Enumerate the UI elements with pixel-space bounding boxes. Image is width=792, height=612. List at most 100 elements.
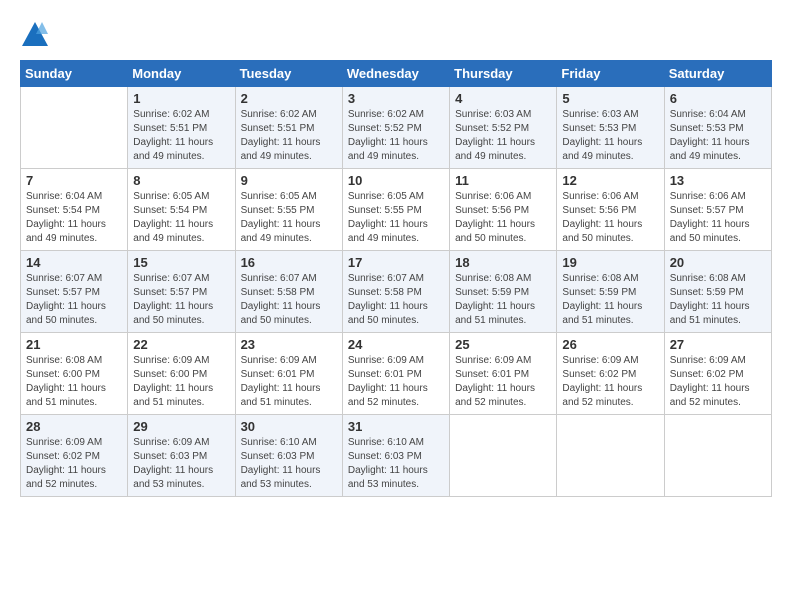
weekday-header: Tuesday: [235, 61, 342, 87]
day-info: Sunrise: 6:07 AM Sunset: 5:58 PM Dayligh…: [241, 272, 337, 328]
calendar-cell: 3Sunrise: 6:02 AM Sunset: 5:52 PM Daylig…: [342, 87, 449, 169]
calendar-cell: [557, 415, 664, 497]
day-number: 30: [241, 419, 337, 434]
calendar-cell: 11 Sunrise: 6:06 AM Sunset: 5:56 PM Dayli…: [450, 169, 557, 251]
day-number: 22: [133, 337, 229, 352]
day-info: Sunrise: 6:08 AM Sunset: 5:59 PM Dayligh…: [455, 272, 551, 328]
calendar-cell: 10 Sunrise: 6:05 AM Sunset: 5:55 PM Dayli…: [342, 169, 449, 251]
calendar-cell: 25 Sunrise: 6:09 AM Sunset: 6:01 PM Dayli…: [450, 333, 557, 415]
day-number: 12: [562, 173, 658, 188]
day-info: Sunrise: 6:10 AM Sunset: 6:03 PM Dayligh…: [348, 436, 444, 492]
day-info: Sunrise: 6:09 AM Sunset: 6:03 PM Dayligh…: [133, 436, 229, 492]
calendar-cell: 5Sunrise: 6:03 AM Sunset: 5:53 PM Daylig…: [557, 87, 664, 169]
day-number: 13: [670, 173, 766, 188]
calendar-week-row: 28 Sunrise: 6:09 AM Sunset: 6:02 PM Dayli…: [21, 415, 772, 497]
calendar-cell: 4 Sunrise: 6:03 AM Sunset: 5:52 PM Daylig…: [450, 87, 557, 169]
day-number: 24: [348, 337, 444, 352]
day-number: 23: [241, 337, 337, 352]
calendar-cell: 2Sunrise: 6:02 AM Sunset: 5:51 PM Daylig…: [235, 87, 342, 169]
day-info: Sunrise: 6:06 AM Sunset: 5:56 PM Dayligh…: [455, 190, 551, 246]
day-info: Sunrise: 6:09 AM Sunset: 6:01 PM Dayligh…: [241, 354, 337, 410]
day-number: 27: [670, 337, 766, 352]
day-number: 19: [562, 255, 658, 270]
day-number: 21: [26, 337, 122, 352]
calendar-cell: 29 Sunrise: 6:09 AM Sunset: 6:03 PM Dayli…: [128, 415, 235, 497]
calendar-cell: 23 Sunrise: 6:09 AM Sunset: 6:01 PM Dayli…: [235, 333, 342, 415]
calendar-cell: 24Sunrise: 6:09 AM Sunset: 6:01 PM Dayli…: [342, 333, 449, 415]
calendar-cell: 14Sunrise: 6:07 AM Sunset: 5:57 PM Dayli…: [21, 251, 128, 333]
day-info: Sunrise: 6:06 AM Sunset: 5:56 PM Dayligh…: [562, 190, 658, 246]
day-number: 16: [241, 255, 337, 270]
day-info: Sunrise: 6:09 AM Sunset: 6:00 PM Dayligh…: [133, 354, 229, 410]
calendar-cell: 20 Sunrise: 6:08 AM Sunset: 5:59 PM Dayli…: [664, 251, 771, 333]
day-number: 14: [26, 255, 122, 270]
weekday-header: Wednesday: [342, 61, 449, 87]
day-number: 5: [562, 91, 658, 106]
logo-icon: [20, 20, 50, 50]
calendar-cell: 6 Sunrise: 6:04 AM Sunset: 5:53 PM Daylig…: [664, 87, 771, 169]
day-info: Sunrise: 6:02 AM Sunset: 5:51 PM Dayligh…: [133, 108, 229, 164]
calendar-cell: 13 Sunrise: 6:06 AM Sunset: 5:57 PM Dayli…: [664, 169, 771, 251]
day-number: 9: [241, 173, 337, 188]
calendar-cell: 7Sunrise: 6:04 AM Sunset: 5:54 PM Daylig…: [21, 169, 128, 251]
calendar-cell: 8Sunrise: 6:05 AM Sunset: 5:54 PM Daylig…: [128, 169, 235, 251]
calendar-header: SundayMondayTuesdayWednesdayThursdayFrid…: [21, 61, 772, 87]
weekday-header: Saturday: [664, 61, 771, 87]
calendar-cell: 27 Sunrise: 6:09 AM Sunset: 6:02 PM Dayli…: [664, 333, 771, 415]
calendar-cell: 18 Sunrise: 6:08 AM Sunset: 5:59 PM Dayli…: [450, 251, 557, 333]
calendar-cell: 19Sunrise: 6:08 AM Sunset: 5:59 PM Dayli…: [557, 251, 664, 333]
day-number: 26: [562, 337, 658, 352]
calendar-cell: 15 Sunrise: 6:07 AM Sunset: 5:57 PM Dayli…: [128, 251, 235, 333]
weekday-row: SundayMondayTuesdayWednesdayThursdayFrid…: [21, 61, 772, 87]
day-info: Sunrise: 6:08 AM Sunset: 6:00 PM Dayligh…: [26, 354, 122, 410]
calendar-cell: 31Sunrise: 6:10 AM Sunset: 6:03 PM Dayli…: [342, 415, 449, 497]
calendar-cell: [664, 415, 771, 497]
day-info: Sunrise: 6:03 AM Sunset: 5:52 PM Dayligh…: [455, 108, 551, 164]
calendar-week-row: 14 Sunrise: 6:07 AM Sunset: 5:57 PM Dayli…: [21, 251, 772, 333]
day-info: Sunrise: 6:07 AM Sunset: 5:58 PM Dayligh…: [348, 272, 444, 328]
day-number: 29: [133, 419, 229, 434]
day-number: 18: [455, 255, 551, 270]
calendar-cell: [21, 87, 128, 169]
day-info: Sunrise: 6:06 AM Sunset: 5:57 PM Dayligh…: [670, 190, 766, 246]
day-number: 3: [348, 91, 444, 106]
weekday-header: Friday: [557, 61, 664, 87]
calendar-cell: 17 Sunrise: 6:07 AM Sunset: 5:58 PM Dayli…: [342, 251, 449, 333]
header: [20, 20, 772, 50]
calendar-week-row: 7Sunrise: 6:04 AM Sunset: 5:54 PM Daylig…: [21, 169, 772, 251]
day-number: 4: [455, 91, 551, 106]
day-info: Sunrise: 6:09 AM Sunset: 6:02 PM Dayligh…: [670, 354, 766, 410]
calendar-week-row: 21 Sunrise: 6:08 AM Sunset: 6:00 PM Dayli…: [21, 333, 772, 415]
day-info: Sunrise: 6:07 AM Sunset: 5:57 PM Dayligh…: [133, 272, 229, 328]
day-number: 11: [455, 173, 551, 188]
day-number: 8: [133, 173, 229, 188]
calendar-cell: 21 Sunrise: 6:08 AM Sunset: 6:00 PM Dayli…: [21, 333, 128, 415]
day-info: Sunrise: 6:09 AM Sunset: 6:01 PM Dayligh…: [455, 354, 551, 410]
day-number: 6: [670, 91, 766, 106]
calendar-cell: 22 Sunrise: 6:09 AM Sunset: 6:00 PM Dayli…: [128, 333, 235, 415]
day-number: 10: [348, 173, 444, 188]
day-info: Sunrise: 6:10 AM Sunset: 6:03 PM Dayligh…: [241, 436, 337, 492]
day-info: Sunrise: 6:05 AM Sunset: 5:55 PM Dayligh…: [241, 190, 337, 246]
day-number: 7: [26, 173, 122, 188]
calendar-cell: 26 Sunrise: 6:09 AM Sunset: 6:02 PM Dayli…: [557, 333, 664, 415]
day-info: Sunrise: 6:09 AM Sunset: 6:02 PM Dayligh…: [562, 354, 658, 410]
weekday-header: Thursday: [450, 61, 557, 87]
day-number: 17: [348, 255, 444, 270]
day-number: 15: [133, 255, 229, 270]
calendar-body: 1Sunrise: 6:02 AM Sunset: 5:51 PM Daylig…: [21, 87, 772, 497]
day-number: 20: [670, 255, 766, 270]
day-info: Sunrise: 6:04 AM Sunset: 5:53 PM Dayligh…: [670, 108, 766, 164]
day-info: Sunrise: 6:05 AM Sunset: 5:55 PM Dayligh…: [348, 190, 444, 246]
day-info: Sunrise: 6:08 AM Sunset: 5:59 PM Dayligh…: [670, 272, 766, 328]
calendar-week-row: 1Sunrise: 6:02 AM Sunset: 5:51 PM Daylig…: [21, 87, 772, 169]
weekday-header: Sunday: [21, 61, 128, 87]
day-number: 28: [26, 419, 122, 434]
calendar-cell: 12 Sunrise: 6:06 AM Sunset: 5:56 PM Dayli…: [557, 169, 664, 251]
calendar-cell: 9 Sunrise: 6:05 AM Sunset: 5:55 PM Daylig…: [235, 169, 342, 251]
logo: [20, 20, 54, 50]
calendar-cell: 30 Sunrise: 6:10 AM Sunset: 6:03 PM Dayli…: [235, 415, 342, 497]
day-number: 25: [455, 337, 551, 352]
day-info: Sunrise: 6:09 AM Sunset: 6:02 PM Dayligh…: [26, 436, 122, 492]
calendar-cell: [450, 415, 557, 497]
